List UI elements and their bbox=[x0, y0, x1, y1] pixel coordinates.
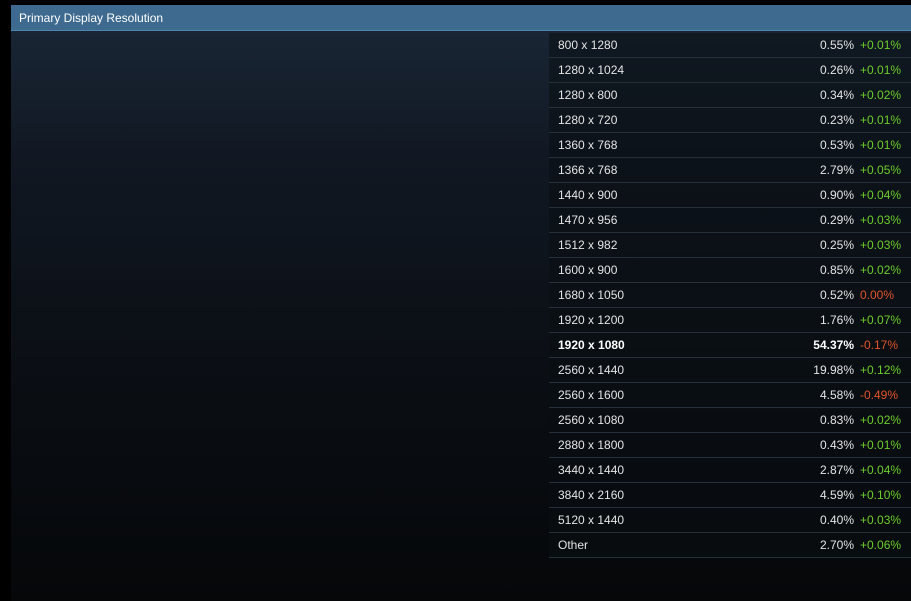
share-percent: 0.25% bbox=[819, 238, 854, 252]
resolution-label: 1280 x 1024 bbox=[558, 63, 625, 77]
share-change: +0.07% bbox=[860, 313, 902, 327]
resolution-label: 1366 x 768 bbox=[558, 163, 618, 177]
table-row: 5120 x 1440 0.40% +0.03% bbox=[549, 508, 911, 533]
share-change: +0.03% bbox=[860, 238, 902, 252]
table-row: 1280 x 720 0.23% +0.01% bbox=[549, 108, 911, 133]
share-percent: 0.29% bbox=[819, 213, 854, 227]
share-change: +0.01% bbox=[860, 63, 902, 77]
resolution-panel: Primary Display Resolution 800 x 1280 0.5… bbox=[11, 5, 911, 601]
share-change: +0.02% bbox=[860, 413, 902, 427]
resolution-label: Other bbox=[558, 538, 589, 552]
resolution-label: 800 x 1280 bbox=[558, 38, 618, 52]
share-change: +0.04% bbox=[860, 463, 902, 477]
share-percent: 0.43% bbox=[819, 438, 854, 452]
share-percent: 0.55% bbox=[819, 38, 854, 52]
table-row: 2880 x 1800 0.43% +0.01% bbox=[549, 433, 911, 458]
table-row: Other 2.70% +0.06% bbox=[549, 533, 911, 558]
resolution-table: 800 x 1280 0.55% +0.01% 1280 x 1024 0.26% +0.… bbox=[549, 33, 911, 558]
resolution-label: 1920 x 1080 bbox=[558, 338, 625, 352]
share-change: +0.01% bbox=[860, 113, 902, 127]
share-percent: 0.40% bbox=[819, 513, 854, 527]
share-change: 0.00% bbox=[860, 288, 895, 302]
resolution-label: 1920 x 1200 bbox=[558, 313, 625, 327]
resolution-label: 1680 x 1050 bbox=[558, 288, 625, 302]
share-percent: 4.59% bbox=[819, 488, 854, 502]
resolution-label: 1512 x 982 bbox=[558, 238, 618, 252]
share-change: +0.05% bbox=[860, 163, 902, 177]
share-change: +0.01% bbox=[860, 138, 902, 152]
share-percent: 2.79% bbox=[819, 163, 854, 177]
share-percent: 0.23% bbox=[819, 113, 854, 127]
share-change: +0.10% bbox=[860, 488, 902, 502]
table-row: 2560 x 1080 0.83% +0.02% bbox=[549, 408, 911, 433]
share-change: +0.06% bbox=[860, 538, 902, 552]
table-row: 1470 x 956 0.29% +0.03% bbox=[549, 208, 911, 233]
share-change: +0.02% bbox=[860, 263, 902, 277]
resolution-label: 3440 x 1440 bbox=[558, 463, 625, 477]
share-change: +0.12% bbox=[860, 363, 902, 377]
share-percent: 19.98% bbox=[813, 363, 854, 377]
share-change: +0.03% bbox=[860, 513, 902, 527]
resolution-label: 1470 x 956 bbox=[558, 213, 618, 227]
share-percent: 0.26% bbox=[819, 63, 854, 77]
share-percent: 2.70% bbox=[819, 538, 854, 552]
share-change: +0.03% bbox=[860, 213, 902, 227]
share-change: -0.49% bbox=[860, 388, 899, 402]
share-change: +0.04% bbox=[860, 188, 902, 202]
table-row: 2560 x 1440 19.98% +0.12% bbox=[549, 358, 911, 383]
table-row: 1280 x 800 0.34% +0.02% bbox=[549, 83, 911, 108]
share-percent: 4.58% bbox=[819, 388, 854, 402]
table-row: 800 x 1280 0.55% +0.01% bbox=[549, 33, 911, 58]
page: Primary Display Resolution 800 x 1280 0.5… bbox=[0, 0, 911, 601]
share-percent: 0.90% bbox=[819, 188, 854, 202]
share-change: +0.02% bbox=[860, 88, 902, 102]
resolution-label: 2560 x 1080 bbox=[558, 413, 625, 427]
share-percent: 0.34% bbox=[819, 88, 854, 102]
table-row: 1512 x 982 0.25% +0.03% bbox=[549, 233, 911, 258]
share-percent: 1.76% bbox=[819, 313, 854, 327]
table-row: 2560 x 1600 4.58% -0.49% bbox=[549, 383, 911, 408]
resolution-label: 5120 x 1440 bbox=[558, 513, 625, 527]
table-row: 1680 x 1050 0.52% 0.00% bbox=[549, 283, 911, 308]
resolution-label: 2880 x 1800 bbox=[558, 438, 625, 452]
table-row: 3840 x 2160 4.59% +0.10% bbox=[549, 483, 911, 508]
share-change: +0.01% bbox=[860, 438, 902, 452]
panel-title: Primary Display Resolution bbox=[19, 11, 164, 25]
resolution-label: 1440 x 900 bbox=[558, 188, 618, 202]
table-row: 1920 x 1080 54.37% -0.17% bbox=[549, 333, 911, 358]
share-change: +0.01% bbox=[860, 38, 902, 52]
resolution-label: 2560 x 1600 bbox=[558, 388, 625, 402]
resolution-label: 1600 x 900 bbox=[558, 263, 618, 277]
share-percent: 0.85% bbox=[819, 263, 854, 277]
resolution-label: 3840 x 2160 bbox=[558, 488, 625, 502]
table-row: 1600 x 900 0.85% +0.02% bbox=[549, 258, 911, 283]
share-change: -0.17% bbox=[860, 338, 899, 352]
share-percent: 0.52% bbox=[819, 288, 854, 302]
table-row: 1366 x 768 2.79% +0.05% bbox=[549, 158, 911, 183]
table-row: 1440 x 900 0.90% +0.04% bbox=[549, 183, 911, 208]
table-row: 3440 x 1440 2.87% +0.04% bbox=[549, 458, 911, 483]
share-percent: 2.87% bbox=[819, 463, 854, 477]
share-percent: 0.83% bbox=[819, 413, 854, 427]
table-row: 1920 x 1200 1.76% +0.07% bbox=[549, 308, 911, 333]
table-row: 1280 x 1024 0.26% +0.01% bbox=[549, 58, 911, 83]
share-percent: 0.53% bbox=[819, 138, 854, 152]
panel-header[interactable]: Primary Display Resolution bbox=[11, 5, 911, 31]
table-row: 1360 x 768 0.53% +0.01% bbox=[549, 133, 911, 158]
resolution-label: 1280 x 720 bbox=[558, 113, 618, 127]
resolution-label: 2560 x 1440 bbox=[558, 363, 625, 377]
resolution-label: 1280 x 800 bbox=[558, 88, 618, 102]
resolution-label: 1360 x 768 bbox=[558, 138, 618, 152]
share-percent: 54.37% bbox=[813, 338, 854, 352]
